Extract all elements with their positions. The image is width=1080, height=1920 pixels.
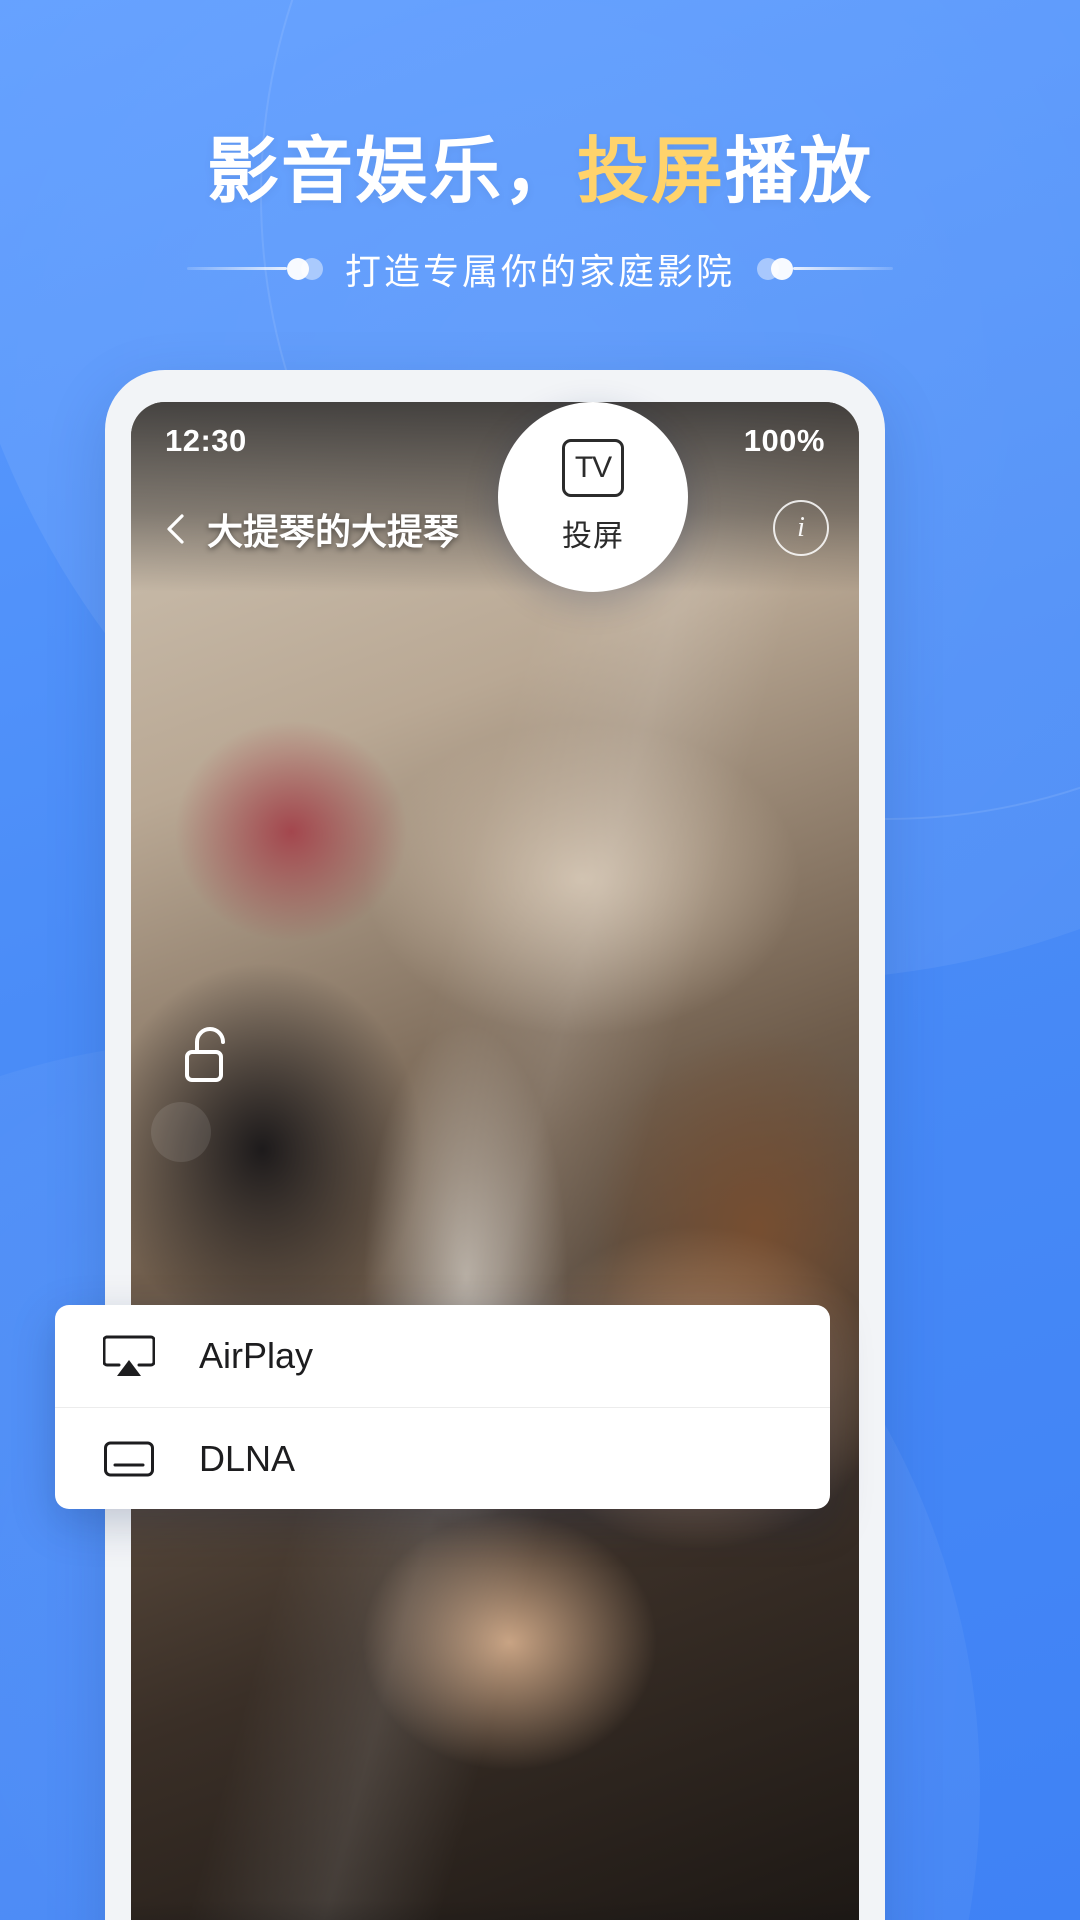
headline-accent: 投屏 [576,132,725,212]
lock-glow-decoration [151,1102,211,1162]
deco-dot-left-soft [300,257,323,280]
promo-headline: 影音娱乐，投屏播放 [0,132,1080,213]
promo-subtitle: 打造专属你的家庭影院 [344,250,735,292]
info-icon[interactable]: i [773,500,829,556]
phone-screen: 12:30 100% 大提琴的大提琴 i [131,402,859,1920]
list-item-label: DLNA [199,1437,296,1479]
unlock-icon[interactable] [179,1022,241,1092]
video-player-surface[interactable] [131,402,859,1920]
phone-mockup: 12:30 100% 大提琴的大提琴 i [105,370,885,1920]
airplay-icon [103,1330,155,1382]
tv-icon-text: TV [574,451,612,484]
status-time: 12:30 [165,423,247,458]
status-battery-percent: 100% [743,423,825,458]
list-item-dlna[interactable]: DLNA [55,1407,830,1509]
dlna-icon [103,1433,155,1485]
tv-icon: TV [562,439,624,497]
cast-device-sheet: AirPlay DLNA [55,1305,830,1509]
deco-line-right [793,267,893,271]
deco-line-left [186,267,287,271]
status-right-group: 100% [744,423,825,459]
list-item-airplay[interactable]: AirPlay [55,1305,830,1407]
deco-dot-right [771,257,793,280]
cast-badge[interactable]: TV 投屏 [498,402,688,592]
player-title-bar: 大提琴的大提琴 i [131,484,859,574]
cast-badge-label: 投屏 [562,520,624,553]
status-bar: 12:30 100% [131,402,859,480]
decorative-line-right [757,257,893,280]
promo-subtitle-row: 打造专属你的家庭影院 [0,243,1080,295]
chevron-left-icon[interactable] [157,509,197,549]
headline-part-2: 播放 [725,132,874,212]
player-control-bar[interactable]: 00:00:00 00:00:00 [131,1900,859,1920]
info-icon-glyph: i [797,512,805,543]
decorative-line-left [186,257,323,280]
list-item-label: AirPlay [199,1335,314,1376]
headline-part-1: 影音娱乐， [206,132,577,212]
video-title: 大提琴的大提琴 [207,511,460,552]
promo-header: 影音娱乐，投屏播放 打造专属你的家庭影院 [0,0,1080,295]
